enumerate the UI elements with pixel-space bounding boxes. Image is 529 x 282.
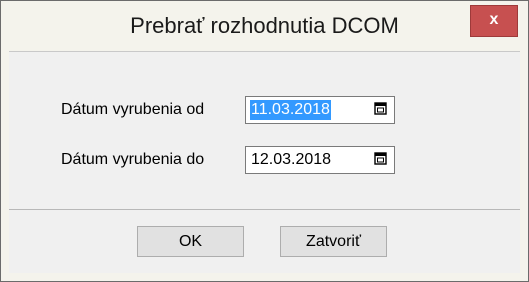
- date-from-field[interactable]: 11.03.2018: [245, 96, 395, 124]
- date-to-field[interactable]: 12.03.2018: [245, 146, 395, 174]
- calendar-icon[interactable]: [373, 151, 389, 167]
- window-title: Prebrať rozhodnutia DCOM: [130, 13, 399, 38]
- button-bar: OK Zatvoriť: [9, 209, 520, 273]
- form-panel: Dátum vyrubenia od 11.03.2018 Dátum vyru…: [9, 51, 520, 209]
- date-to-label: Dátum vyrubenia do: [61, 151, 205, 168]
- close-window-button[interactable]: x: [470, 5, 518, 37]
- date-to-row: Dátum vyrubenia do 12.03.2018: [9, 144, 520, 176]
- ok-button[interactable]: OK: [137, 226, 244, 257]
- dialog-window: Prebrať rozhodnutia DCOM x Dátum vyruben…: [0, 0, 529, 282]
- date-from-row: Dátum vyrubenia od 11.03.2018: [9, 94, 520, 126]
- close-button[interactable]: Zatvoriť: [280, 226, 387, 257]
- date-from-label: Dátum vyrubenia od: [61, 101, 205, 118]
- date-to-value[interactable]: 12.03.2018: [250, 150, 332, 170]
- calendar-icon[interactable]: [373, 101, 389, 117]
- title-bar[interactable]: Prebrať rozhodnutia DCOM x: [1, 1, 528, 51]
- date-from-value[interactable]: 11.03.2018: [250, 100, 331, 120]
- close-icon: x: [489, 11, 499, 28]
